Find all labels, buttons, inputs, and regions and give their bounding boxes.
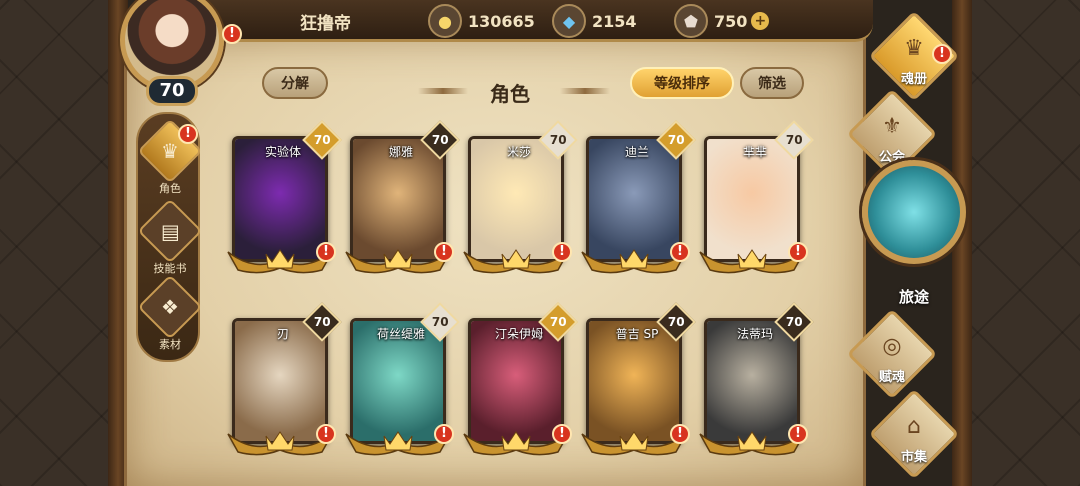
character-card[interactable]: 汀朵伊姆 70!	[463, 302, 578, 468]
level-value: 70	[667, 132, 685, 147]
card-alert-icon: !	[434, 424, 454, 444]
left-sidebar: ♛ 角色 ! ▤ 技能书 ❖ 素材	[136, 112, 203, 362]
card-alert-icon: !	[434, 242, 454, 262]
level-value: 70	[667, 314, 685, 329]
card-alert-icon: !	[552, 242, 572, 262]
add-diamond-button[interactable]: +	[751, 12, 770, 30]
card-alert-icon: !	[670, 424, 690, 444]
title-ornament-left	[418, 88, 468, 94]
nav-journey[interactable]: 旅途	[856, 152, 972, 312]
nav-alert-icon: !	[932, 44, 952, 64]
card-portrait-frame: 法蒂玛	[704, 318, 800, 444]
right-background	[960, 0, 1080, 486]
nav-market[interactable]: ⌂ 市集	[866, 388, 962, 486]
sidebar-item-label: 素材	[159, 338, 181, 351]
nav-soul-book-label: 魂册	[900, 72, 927, 87]
page-title: 角色	[490, 82, 530, 106]
left-background	[0, 0, 118, 486]
filter-button[interactable]: 筛选	[740, 67, 804, 99]
card-portrait-frame: 芈芈	[704, 136, 800, 262]
gold-resource: ● 130665	[428, 4, 535, 38]
skill-book-icon: ▤	[137, 198, 203, 264]
card-portrait-frame: 汀朵伊姆	[468, 318, 564, 444]
crystal-icon: ◆	[552, 4, 586, 38]
journey-compass-icon	[862, 160, 966, 264]
sidebar-item-label: 角色	[159, 182, 181, 195]
material-icon: ❖	[137, 274, 203, 340]
guild-glyph-icon: ⚜	[882, 114, 902, 139]
nav-journey-label: 旅途	[898, 288, 929, 306]
player-name: 狂撸帝	[300, 14, 351, 34]
character-card[interactable]: 实验体 70!	[227, 120, 342, 286]
character-card[interactable]: 法蒂玛 70!	[699, 302, 814, 468]
level-value: 70	[431, 314, 449, 329]
card-portrait-frame: 米莎	[468, 136, 564, 262]
gold-value: 130665	[468, 11, 535, 31]
character-card[interactable]: 刃 70!	[227, 302, 342, 468]
avatar-alert-icon: !	[222, 24, 242, 44]
card-alert-icon: !	[788, 424, 808, 444]
card-alert-icon: !	[316, 424, 336, 444]
sort-by-level-button[interactable]: 等级排序	[630, 67, 734, 99]
player-level-badge: 70	[146, 76, 198, 106]
level-value: 70	[313, 132, 331, 147]
decompose-button[interactable]: 分解	[262, 67, 328, 99]
level-value: 70	[785, 132, 803, 147]
player-avatar-block[interactable]: 70 !	[112, 0, 242, 110]
sidebar-alert-icon: !	[178, 124, 198, 144]
card-alert-icon: !	[316, 242, 336, 262]
nav-talent-label: 赋魂	[878, 370, 905, 385]
market-glyph-icon: ⌂	[907, 414, 921, 439]
talent-glyph-icon: ◎	[882, 334, 902, 359]
sidebar-item-label: 技能书	[153, 262, 187, 275]
title-ornament-right	[560, 88, 610, 94]
diamond-value: 750	[714, 11, 748, 31]
character-card[interactable]: 迪兰 70!	[581, 120, 696, 286]
diamond-icon: ⬟	[674, 4, 708, 38]
diamond-resource: ⬟ 750 +	[674, 4, 770, 38]
level-value: 70	[549, 314, 567, 329]
character-card[interactable]: 普吉 SP 70!	[581, 302, 696, 468]
card-portrait-frame: 娜雅	[350, 136, 446, 262]
level-value: 70	[549, 132, 567, 147]
character-card[interactable]: 芈芈 70!	[699, 120, 814, 286]
nav-market-label: 市集	[900, 450, 927, 465]
character-card[interactable]: 荷丝缇雅 70!	[345, 302, 460, 468]
card-portrait-frame: 荷丝缇雅	[350, 318, 446, 444]
level-value: 70	[431, 132, 449, 147]
character-card[interactable]: 娜雅 70!	[345, 120, 460, 286]
card-alert-icon: !	[552, 424, 572, 444]
sidebar-item-skill-book[interactable]: ▤ 技能书	[137, 198, 203, 276]
card-portrait-frame: 迪兰	[586, 136, 682, 262]
sidebar-item-character[interactable]: ♛ 角色 !	[137, 118, 203, 196]
crystal-resource: ◆ 2154	[552, 4, 637, 38]
card-alert-icon: !	[788, 242, 808, 262]
character-card[interactable]: 米莎 70!	[463, 120, 578, 286]
card-portrait-frame: 实验体	[232, 136, 328, 262]
level-value: 70	[785, 314, 803, 329]
card-portrait-frame: 刃	[232, 318, 328, 444]
level-value: 70	[313, 314, 331, 329]
card-alert-icon: !	[670, 242, 690, 262]
gold-coin-icon: ●	[428, 4, 462, 38]
crystal-value: 2154	[592, 11, 637, 31]
sidebar-item-material[interactable]: ❖ 素材	[137, 274, 203, 352]
card-portrait-frame: 普吉 SP	[586, 318, 682, 444]
